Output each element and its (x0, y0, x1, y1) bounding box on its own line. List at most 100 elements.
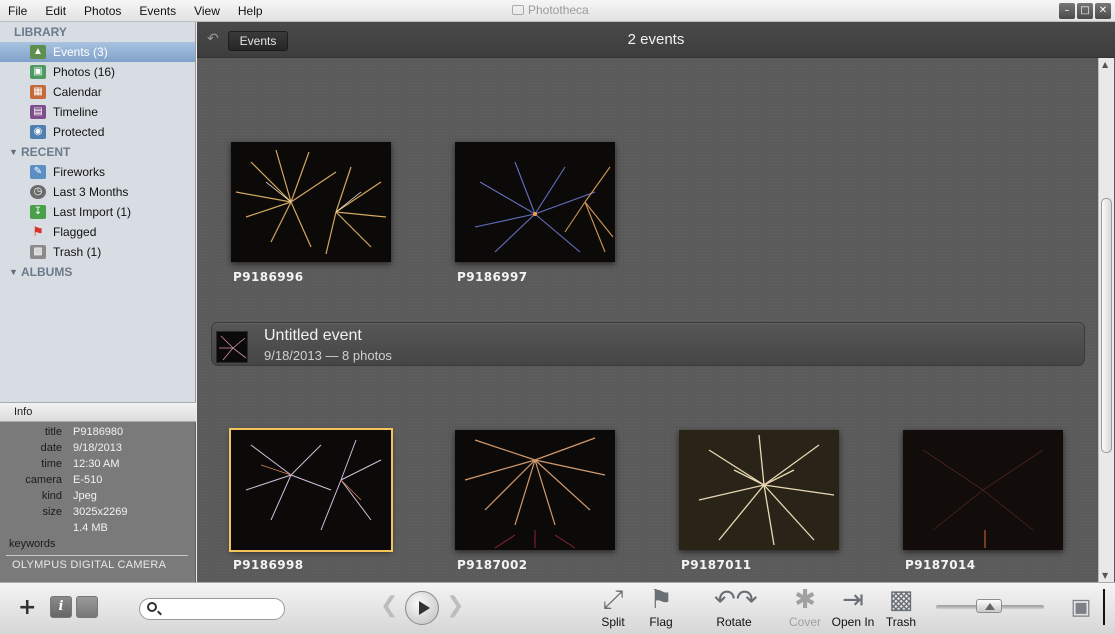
event-header[interactable]: Untitled event 9/18/2013 — 8 photos (211, 322, 1085, 366)
info-key: time (41, 458, 62, 470)
menu-events[interactable]: Events (139, 4, 176, 18)
keywords-toggle-icon[interactable] (76, 596, 98, 618)
fireworks-image (219, 335, 247, 361)
sidebar-item-flagged[interactable]: ⚑ Flagged (0, 222, 195, 242)
info-value: 12:30 AM (73, 458, 120, 470)
sidebar-item-calendar[interactable]: ▦ Calendar (0, 82, 195, 102)
info-value: E-510 (73, 474, 103, 486)
sidebar-item-trash[interactable]: ▩ Trash (1) (0, 242, 195, 262)
sidebar-item-photos[interactable]: ▣ Photos (16) (0, 62, 195, 82)
event-count: 2 events (627, 31, 685, 48)
cover-label: Cover (788, 615, 821, 629)
minimize-icon[interactable]: – (1059, 3, 1075, 19)
events-browser: ↶ Events 2 events P9186996 P9186997 Unti… (197, 22, 1115, 582)
info-key: size (42, 506, 62, 518)
menu-file[interactable]: File (8, 4, 27, 18)
menu-view[interactable]: View (194, 4, 220, 18)
info-row-size: size 3025x2269 (0, 506, 196, 522)
timeline-icon: ▤ (30, 105, 46, 119)
window-controls: – □ ✕ (1057, 3, 1111, 19)
cover-button[interactable]: ✱ Cover (786, 585, 824, 629)
sidebar-item-label: Fireworks (53, 165, 106, 179)
sidebar-item-protected[interactable]: ◉ Protected (0, 122, 195, 142)
maximize-icon[interactable]: □ (1077, 3, 1093, 19)
info-value: 1.4 MB (73, 522, 108, 534)
recent-section-header[interactable]: ▼ RECENT (0, 142, 195, 162)
disclosure-triangle-icon: ▼ (9, 267, 18, 277)
add-icon[interactable]: + (18, 595, 36, 620)
scroll-up-icon[interactable]: ▲ (1102, 60, 1108, 69)
trash-button[interactable]: ▩ Trash (884, 585, 918, 629)
menu-edit[interactable]: Edit (45, 4, 66, 18)
library-section-header: LIBRARY (0, 22, 195, 42)
photo-thumbnail[interactable] (903, 430, 1063, 550)
clock-icon: ◷ (30, 185, 46, 199)
info-row-time: time 12:30 AM (0, 458, 196, 474)
events-icon: ▲ (30, 45, 46, 59)
play-slideshow-button[interactable] (405, 591, 439, 625)
albums-label: ALBUMS (21, 265, 73, 279)
menu-help[interactable]: Help (238, 4, 263, 18)
info-key: kind (41, 490, 62, 502)
photo-thumbnail[interactable] (455, 430, 615, 550)
flag-button[interactable]: ⚑ Flag (644, 585, 678, 629)
info-row-title: title P9186980 (0, 426, 196, 442)
albums-section-header[interactable]: ▼ ALBUMS (0, 262, 195, 282)
photos-icon: ▣ (30, 65, 46, 79)
split-button[interactable]: ⤢ Split (597, 585, 629, 629)
window-title-text: Phototheca (528, 3, 589, 17)
open-in-button[interactable]: ⇥ Open In (829, 585, 877, 629)
search-field[interactable] (139, 598, 285, 620)
sidebar-item-fireworks[interactable]: ✎ Fireworks (0, 162, 195, 182)
sidebar-item-label: Last Import (1) (53, 205, 132, 219)
info-row-kind: kind Jpeg (0, 490, 196, 506)
event-subtitle: 9/18/2013 — 8 photos (264, 348, 392, 363)
info-row-camera: camera E-510 (0, 474, 196, 490)
photo-title: P9186997 (457, 270, 528, 284)
fireworks-image (698, 434, 835, 546)
sidebar-item-label: Events (3) (53, 45, 108, 59)
close-icon[interactable]: ✕ (1095, 3, 1111, 19)
browser-header: ↶ Events 2 events (197, 22, 1115, 58)
next-icon[interactable]: ❯ (446, 593, 464, 618)
menu-photos[interactable]: Photos (84, 4, 121, 18)
sidebar-item-last-3-months[interactable]: ◷ Last 3 Months (0, 182, 195, 202)
info-value: P9186980 (73, 426, 124, 438)
scroll-down-icon[interactable]: ▼ (1102, 571, 1108, 580)
scrollbar-thumb[interactable] (1101, 198, 1112, 453)
sidebar-item-events[interactable]: ▲ Events (3) (0, 42, 195, 62)
info-value: Jpeg (73, 490, 97, 502)
rotate-button[interactable]: ↶↷ Rotate (714, 585, 758, 629)
info-value: 3025x2269 (73, 506, 128, 518)
search-input[interactable] (162, 601, 280, 617)
event-title[interactable]: Untitled event (264, 327, 362, 345)
photo-description[interactable]: OLYMPUS DIGITAL CAMERA (12, 559, 166, 571)
info-panel-header[interactable]: Info (0, 402, 196, 422)
previous-icon[interactable]: ❮ (380, 593, 398, 618)
trash-label: Trash (885, 615, 917, 629)
photo-thumbnail[interactable] (455, 142, 615, 262)
photo-title: P9187002 (457, 558, 528, 572)
photo-thumbnail[interactable] (231, 142, 391, 262)
calendar-icon: ▦ (30, 85, 46, 99)
menu-bar: File Edit Photos Events View Help (8, 4, 281, 18)
keywords-label[interactable]: keywords (9, 538, 55, 550)
photo-thumbnail[interactable] (679, 430, 839, 550)
pin-icon: ✱ (794, 585, 816, 615)
sidebar-item-timeline[interactable]: ▤ Timeline (0, 102, 195, 122)
photo-thumbnail-selected[interactable] (229, 428, 393, 552)
recent-label: RECENT (21, 145, 71, 159)
sidebar-item-last-import[interactable]: ↧ Last Import (1) (0, 202, 195, 222)
sidebar-item-label: Protected (53, 125, 105, 139)
info-key: camera (25, 474, 62, 486)
info-toggle-icon[interactable]: i (50, 596, 72, 618)
bottom-toolbar: + i ❮ ❯ ⤢ Split ⚑ Flag ↶↷ Rotate ✱ Cover… (0, 582, 1115, 634)
vertical-scrollbar[interactable]: ▲ ▼ (1098, 58, 1114, 582)
zoom-slider-thumb[interactable] (976, 599, 1002, 613)
split-label: Split (601, 615, 625, 629)
photo-title: P9187011 (681, 558, 752, 572)
fireworks-image (474, 161, 614, 253)
fullscreen-icon[interactable]: ▣ (1066, 595, 1096, 621)
rotate-label: Rotate (716, 615, 752, 629)
divider (1103, 589, 1105, 625)
